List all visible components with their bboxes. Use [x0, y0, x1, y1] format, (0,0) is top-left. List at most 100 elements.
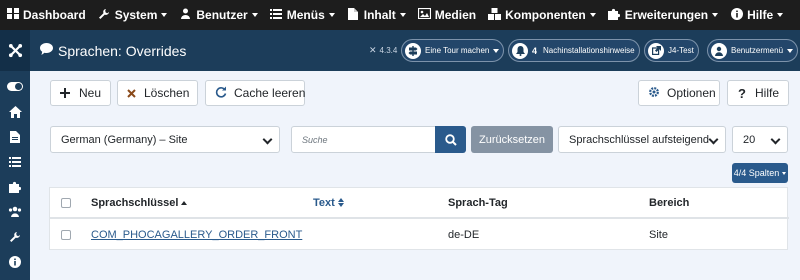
page-title-text: Sprachen: Overrides — [58, 42, 187, 59]
page-header: Sprachen: Overrides ✕ 4.3.4 Eine Tour ma… — [30, 30, 800, 71]
guided-tour-label: Eine Tour machen — [425, 46, 490, 55]
clear-cache-button[interactable]: Cache leeren — [205, 80, 305, 106]
menu-components[interactable]: Komponenten — [488, 7, 596, 23]
chevron-down-icon — [262, 134, 273, 145]
search-placeholder: Suche — [302, 134, 328, 145]
sidebar-item-content[interactable] — [0, 124, 30, 149]
plus-icon — [60, 86, 71, 101]
delete-button[interactable]: Löschen — [117, 80, 198, 106]
menu-help[interactable]: Hilfe — [730, 7, 784, 23]
refresh-icon — [215, 86, 227, 101]
language-client-value: German (Germany) – Site — [61, 133, 188, 146]
sort-order-select[interactable]: Sprachschlüssel aufsteigend — [558, 126, 726, 153]
chevron-down-icon — [712, 13, 719, 17]
chevron-down-icon — [493, 48, 500, 53]
list-limit-value: 20 — [743, 133, 756, 146]
external-link-icon — [648, 42, 664, 59]
wrench-icon — [10, 231, 20, 242]
menu-system[interactable]: System — [98, 8, 168, 23]
sidebar-toggle[interactable] — [0, 74, 30, 99]
file-icon — [347, 7, 360, 23]
cubes-icon — [488, 7, 502, 23]
new-button[interactable]: Neu — [50, 80, 111, 106]
column-header-tag-label: Sprach-Tag — [448, 196, 508, 209]
menu-content[interactable]: Inhalt — [347, 7, 406, 23]
search-button[interactable] — [435, 126, 466, 153]
row-checkbox[interactable] — [61, 219, 71, 250]
users-icon — [8, 206, 22, 217]
columns-toggle-button[interactable]: 4/4 Spalten — [732, 163, 788, 183]
chevron-down-icon — [399, 13, 406, 17]
puzzle-icon — [9, 181, 21, 193]
sort-asc-icon — [181, 200, 188, 205]
guided-tour-button[interactable]: Eine Tour machen — [401, 39, 505, 62]
chevron-down-icon — [787, 48, 794, 53]
sidebar-item-extensions[interactable] — [0, 174, 30, 199]
user-menu-label: Benutzermenü — [731, 46, 784, 55]
site-name-label: J4-Test — [668, 46, 694, 55]
menu-components-label: Komponenten — [505, 8, 586, 22]
column-header-key-label: Sprachschlüssel — [91, 196, 179, 209]
question-icon: ? — [738, 85, 746, 101]
admin-menu-bar: Dashboard System Benutzer Menüs Inhalt M… — [0, 0, 800, 30]
clear-cache-label: Cache leeren — [234, 86, 306, 100]
column-header-tag: Sprach-Tag — [448, 188, 508, 217]
menu-extensions-label: Erweiterungen — [624, 8, 709, 22]
sidebar — [0, 30, 30, 280]
sort-icon — [337, 198, 344, 207]
toggle-icon — [7, 82, 23, 91]
chevron-down-icon — [161, 13, 168, 17]
menu-content-label: Inhalt — [363, 8, 396, 22]
sidebar-item-help[interactable] — [0, 249, 30, 274]
menu-menus-label: Menüs — [286, 8, 325, 22]
toolbar: Neu Löschen Cache leeren Optionen ? Hilf… — [30, 71, 800, 114]
site-preview-button[interactable]: J4-Test — [644, 39, 699, 62]
menu-users-label: Benutzer — [196, 8, 248, 22]
reset-button[interactable]: Zurücksetzen — [471, 126, 553, 153]
chevron-down-icon — [251, 13, 258, 17]
sidebar-item-system[interactable] — [0, 224, 30, 249]
help-button-label: Hilfe — [754, 86, 779, 100]
column-header-text[interactable]: Text — [313, 188, 344, 217]
menu-extensions[interactable]: Erweiterungen — [608, 8, 719, 23]
sidebar-item-menus[interactable] — [0, 149, 30, 174]
select-all-checkbox[interactable] — [61, 188, 71, 217]
users-icon — [179, 8, 192, 22]
joomla-icon: ✕ — [369, 45, 377, 55]
times-icon — [127, 86, 136, 101]
column-header-text-label: Text — [313, 196, 335, 209]
menu-menus[interactable]: Menüs — [270, 8, 335, 22]
sidebar-item-home[interactable] — [0, 99, 30, 124]
delete-button-label: Löschen — [144, 86, 190, 100]
joomla-logo[interactable] — [0, 30, 30, 71]
sort-order-value: Sprachschlüssel aufsteigend — [569, 133, 710, 146]
row-key-link[interactable]: COM_PHOCAGALLERY_ORDER_FRONT — [91, 219, 302, 250]
search-input[interactable]: Suche — [291, 126, 436, 153]
sidebar-item-users[interactable] — [0, 199, 30, 224]
list-icon — [270, 8, 283, 22]
help-button[interactable]: ? Hilfe — [727, 80, 789, 106]
search-icon — [444, 133, 457, 146]
chevron-down-icon — [328, 13, 335, 17]
info-icon — [9, 255, 21, 268]
menu-dashboard[interactable]: Dashboard — [6, 8, 86, 22]
menu-media-label: Medien — [434, 8, 477, 22]
list-limit-select[interactable]: 20 — [732, 126, 788, 153]
post-install-messages-button[interactable]: 4 Nachinstallationshinweise — [508, 39, 640, 62]
column-header-key[interactable]: Sprachschlüssel — [91, 188, 188, 217]
file-icon — [10, 130, 20, 143]
user-menu-button[interactable]: Benutzermenü — [707, 39, 799, 62]
bell-icon — [512, 42, 528, 59]
list-icon — [9, 156, 21, 167]
language-client-select[interactable]: German (Germany) – Site — [50, 126, 280, 153]
options-button[interactable]: Optionen — [638, 80, 720, 106]
row-tag: de-DE — [448, 228, 480, 241]
chevron-down-icon — [708, 134, 719, 145]
chevron-down-icon — [589, 13, 596, 17]
options-button-label: Optionen — [667, 86, 716, 100]
chevron-down-icon — [777, 13, 784, 17]
dashboard-icon — [6, 8, 19, 22]
menu-users[interactable]: Benutzer — [179, 8, 258, 22]
menu-media[interactable]: Medien — [417, 7, 477, 22]
wrench-icon — [98, 8, 111, 23]
